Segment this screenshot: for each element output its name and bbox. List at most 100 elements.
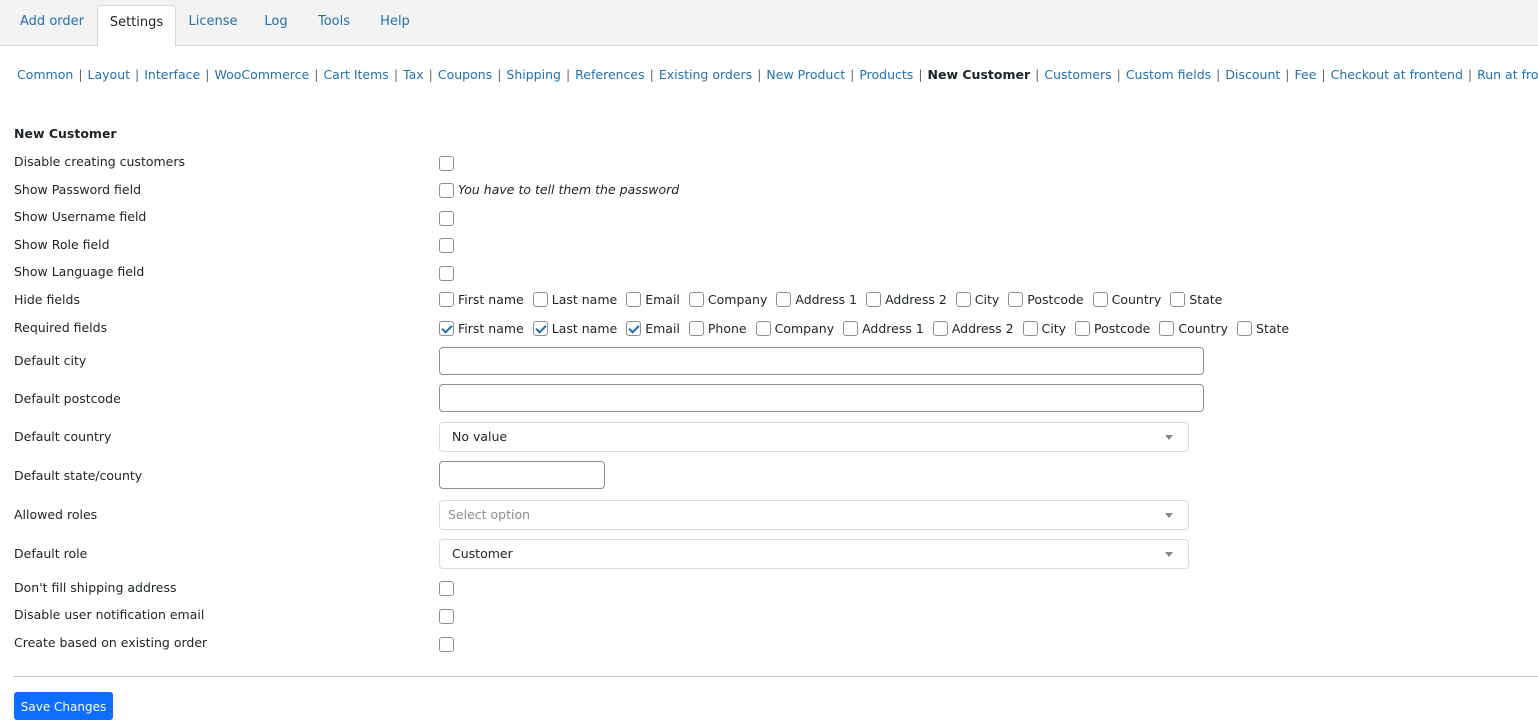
subnav-tax[interactable]: Tax (403, 67, 424, 82)
subnav-woocommerce[interactable]: WooCommerce (214, 67, 309, 82)
subnav-separator: | (918, 67, 923, 82)
hide-state-checkbox[interactable] (1170, 292, 1186, 307)
required-postcode-checkbox[interactable] (1075, 321, 1091, 336)
subnav-existing-orders[interactable]: Existing orders (659, 67, 752, 82)
required-state-option[interactable]: State (1237, 321, 1289, 336)
required-city-option[interactable]: City (1022, 321, 1067, 336)
default-state-input[interactable] (439, 461, 605, 489)
hide-address-2-checkbox[interactable] (866, 292, 882, 307)
required-last-name-checkbox[interactable] (532, 321, 548, 336)
subnav-cart-items[interactable]: Cart Items (323, 67, 388, 82)
required-country-option[interactable]: Country (1159, 321, 1228, 336)
tab-add-order[interactable]: Add order (10, 5, 94, 46)
default-city-input[interactable] (439, 347, 1204, 375)
required-company-option[interactable]: Company (755, 321, 834, 336)
subnav-separator: | (205, 67, 210, 82)
hide-postcode-checkbox[interactable] (1008, 292, 1024, 307)
tab-log[interactable]: Log (252, 5, 300, 46)
subnav-interface[interactable]: Interface (144, 67, 200, 82)
required-phone-option[interactable]: Phone (688, 321, 747, 336)
required-email-checkbox[interactable] (626, 321, 642, 336)
hide-city-option[interactable]: City (955, 292, 999, 307)
default-postcode-input[interactable] (439, 384, 1204, 412)
show-username-field-checkbox[interactable] (439, 211, 454, 226)
hide-address-2-option[interactable]: Address 2 (866, 292, 947, 307)
tab-help[interactable]: Help (369, 5, 421, 46)
hide-option-label: Last name (551, 292, 618, 307)
hide-fields-options: First name Last name Email Company Address 1… (439, 292, 1231, 307)
hide-email-checkbox[interactable] (626, 292, 642, 307)
show-role-field-checkbox[interactable] (439, 238, 454, 253)
hide-last-name-checkbox[interactable] (532, 292, 548, 307)
hide-country-option[interactable]: Country (1092, 292, 1161, 307)
section-title: New Customer (14, 126, 117, 141)
subnav-separator: | (1321, 67, 1326, 82)
hide-city-checkbox[interactable] (955, 292, 971, 307)
required-country-checkbox[interactable] (1159, 321, 1175, 336)
chevron-down-icon (1165, 513, 1173, 518)
required-address-1-checkbox[interactable] (843, 321, 859, 336)
required-address-1-option[interactable]: Address 1 (843, 321, 924, 336)
disable-creating-customers-checkbox[interactable] (439, 156, 454, 171)
tab-tools[interactable]: Tools (306, 5, 362, 46)
required-address-2-checkbox[interactable] (932, 321, 948, 336)
subnav-separator: | (1285, 67, 1290, 82)
tab-license[interactable]: License (180, 5, 246, 46)
required-company-checkbox[interactable] (755, 321, 771, 336)
hide-last-name-option[interactable]: Last name (532, 292, 618, 307)
hide-address-1-option[interactable]: Address 1 (776, 292, 857, 307)
default-country-select[interactable]: No value (439, 422, 1189, 452)
required-option-label: City (1041, 321, 1067, 336)
required-address-2-option[interactable]: Address 2 (932, 321, 1014, 336)
subnav-discount[interactable]: Discount (1225, 67, 1280, 82)
save-changes-button[interactable]: Save Changes (14, 692, 113, 720)
divider (14, 676, 1538, 677)
show-username-field-label: Show Username field (14, 209, 147, 224)
allowed-roles-select[interactable]: Select option (439, 500, 1189, 530)
subnav-checkout-at-frontend[interactable]: Checkout at frontend (1331, 67, 1463, 82)
create-based-on-order-label: Create based on existing order (14, 635, 208, 650)
top-tab-bar: Add order Settings License Log Tools Hel… (0, 0, 1538, 47)
default-role-select[interactable]: Customer (439, 539, 1189, 569)
subnav-new-product[interactable]: New Product (766, 67, 845, 82)
subnav-custom-fields[interactable]: Custom fields (1126, 67, 1211, 82)
subnav-fee[interactable]: Fee (1295, 67, 1317, 82)
subnav-coupons[interactable]: Coupons (438, 67, 492, 82)
dont-fill-shipping-checkbox[interactable] (439, 581, 454, 596)
subnav-run-at-frontend[interactable]: Run at frontend (1477, 67, 1538, 82)
hide-first-name-option[interactable]: First name (439, 292, 524, 307)
subnav-new-customer[interactable]: New Customer (928, 67, 1031, 82)
create-based-on-order-checkbox[interactable] (439, 637, 454, 652)
required-postcode-option[interactable]: Postcode (1075, 321, 1150, 336)
settings-subnav: Common | Layout | Interface | WooCommerce | Cart… (17, 66, 1538, 84)
subnav-common[interactable]: Common (17, 67, 73, 82)
required-state-checkbox[interactable] (1237, 321, 1253, 336)
default-role-value: Customer (452, 546, 513, 561)
hide-address-1-checkbox[interactable] (776, 292, 792, 307)
hide-first-name-checkbox[interactable] (439, 292, 454, 307)
subnav-customers[interactable]: Customers (1044, 67, 1111, 82)
hide-country-checkbox[interactable] (1092, 292, 1108, 307)
show-password-field-checkbox[interactable] (439, 183, 454, 198)
subnav-products[interactable]: Products (859, 67, 913, 82)
subnav-shipping[interactable]: Shipping (506, 67, 561, 82)
tab-settings[interactable]: Settings (97, 5, 176, 47)
hide-email-option[interactable]: Email (626, 292, 680, 307)
hide-company-option[interactable]: Company (688, 292, 767, 307)
required-city-checkbox[interactable] (1022, 321, 1038, 336)
required-first-name-option[interactable]: First name (439, 321, 524, 336)
hide-company-checkbox[interactable] (688, 292, 704, 307)
subnav-separator: | (497, 67, 502, 82)
required-first-name-checkbox[interactable] (439, 321, 454, 336)
hide-state-option[interactable]: State (1170, 292, 1222, 307)
required-email-option[interactable]: Email (626, 321, 680, 336)
disable-notification-checkbox[interactable] (439, 609, 454, 624)
subnav-layout[interactable]: Layout (88, 67, 131, 82)
hide-postcode-option[interactable]: Postcode (1008, 292, 1084, 307)
subnav-references[interactable]: References (575, 67, 644, 82)
hide-fields-label: Hide fields (14, 292, 80, 307)
required-phone-checkbox[interactable] (688, 321, 704, 336)
required-option-label: Postcode (1094, 321, 1151, 336)
show-language-field-checkbox[interactable] (439, 266, 454, 281)
required-last-name-option[interactable]: Last name (532, 321, 617, 336)
